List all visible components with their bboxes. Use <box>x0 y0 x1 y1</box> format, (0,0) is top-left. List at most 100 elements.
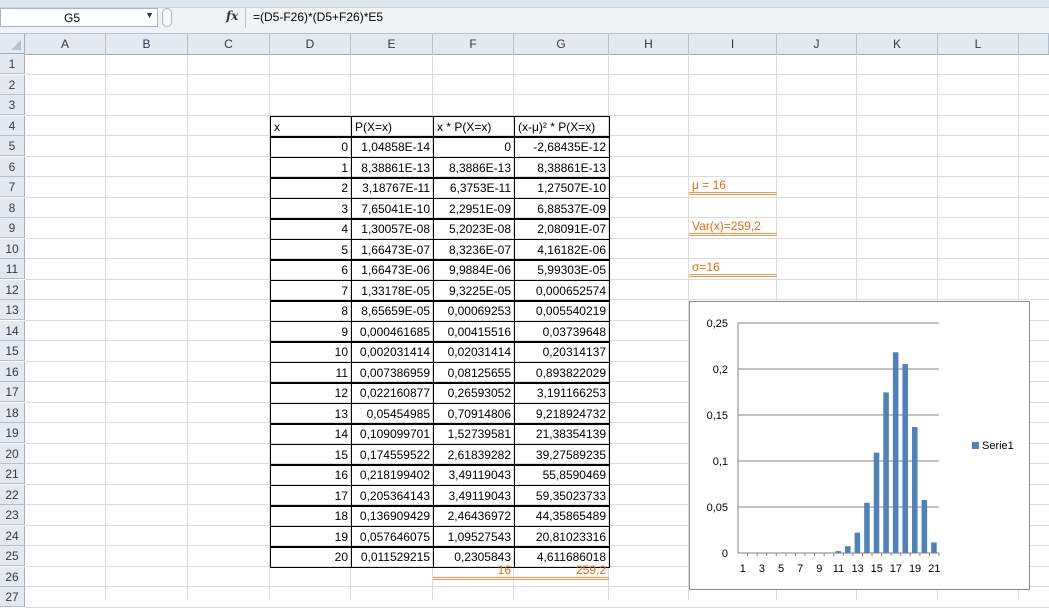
table-cell-G19[interactable]: 21,38354139 <box>514 423 610 445</box>
table-cell-D5[interactable]: 0 <box>270 136 352 158</box>
table-cell-E14[interactable]: 0,000461685 <box>351 321 434 343</box>
table-cell-F14[interactable]: 0,00415516 <box>433 321 515 343</box>
table-cell-F20[interactable]: 2,61839282 <box>433 444 515 466</box>
chevron-down-icon[interactable]: ▼ <box>145 10 154 20</box>
column-header-K[interactable]: K <box>857 34 938 54</box>
select-all-button[interactable] <box>0 34 25 54</box>
splitter-handle[interactable] <box>162 8 172 27</box>
table-cell-D23[interactable]: 18 <box>270 505 352 527</box>
table-cell-D15[interactable]: 10 <box>270 341 352 363</box>
table-cell-G16[interactable]: 0,893822029 <box>514 362 610 384</box>
row-header-26[interactable]: 26 <box>0 567 25 587</box>
table-cell-G17[interactable]: 3,191166253 <box>514 382 610 404</box>
table-cell-F10[interactable]: 8,3236E-07 <box>433 239 515 261</box>
table-cell-G5[interactable]: -2,68435E-12 <box>514 136 610 158</box>
table-cell-F11[interactable]: 9,9884E-06 <box>433 259 515 281</box>
row-header-1[interactable]: 1 <box>0 54 25 74</box>
table-cell-D10[interactable]: 5 <box>270 239 352 261</box>
table-cell-F22[interactable]: 3,49119043 <box>433 485 515 507</box>
column-header-J[interactable]: J <box>777 34 857 54</box>
table-cell-G14[interactable]: 0,03739648 <box>514 321 610 343</box>
row-header-23[interactable]: 23 <box>0 505 25 525</box>
row-header-22[interactable]: 22 <box>0 485 25 505</box>
table-cell-D21[interactable]: 16 <box>270 464 352 486</box>
table-cell-F8[interactable]: 2,2951E-09 <box>433 198 515 220</box>
row-header-12[interactable]: 12 <box>0 280 25 300</box>
table-cell-D13[interactable]: 8 <box>270 300 352 322</box>
table-header-G[interactable]: (x-μ)² * P(X=x) <box>514 116 610 138</box>
row-header-18[interactable]: 18 <box>0 403 25 423</box>
table-cell-E20[interactable]: 0,174559522 <box>351 444 434 466</box>
table-cell-F16[interactable]: 0,08125655 <box>433 362 515 384</box>
table-cell-F19[interactable]: 1,52739581 <box>433 423 515 445</box>
row-header-27[interactable]: 27 <box>0 587 25 607</box>
table-cell-F18[interactable]: 0,70914806 <box>433 403 515 425</box>
row-header-16[interactable]: 16 <box>0 362 25 382</box>
table-cell-F23[interactable]: 2,46436972 <box>433 505 515 527</box>
row-header-10[interactable]: 10 <box>0 239 25 259</box>
table-cell-G11[interactable]: 5,99303E-05 <box>514 259 610 281</box>
table-cell-E24[interactable]: 0,057646075 <box>351 526 434 548</box>
table-cell-E17[interactable]: 0,022160877 <box>351 382 434 404</box>
table-cell-E22[interactable]: 0,205364143 <box>351 485 434 507</box>
table-cell-E13[interactable]: 8,65659E-05 <box>351 300 434 322</box>
table-cell-G20[interactable]: 39,27589235 <box>514 444 610 466</box>
row-header-6[interactable]: 6 <box>0 157 25 177</box>
table-cell-E21[interactable]: 0,218199402 <box>351 464 434 486</box>
formula-input[interactable]: =(D5-F26)*(D5+F26)*E5 <box>253 10 383 24</box>
row-header-4[interactable]: 4 <box>0 116 25 136</box>
column-header-A[interactable]: A <box>25 34 106 54</box>
table-cell-D22[interactable]: 17 <box>270 485 352 507</box>
row-header-2[interactable]: 2 <box>0 75 25 95</box>
row-header-13[interactable]: 13 <box>0 300 25 320</box>
table-cell-G7[interactable]: 1,27507E-10 <box>514 177 610 199</box>
name-box[interactable]: G5 ▼ <box>0 8 158 27</box>
table-header-E[interactable]: P(X=x) <box>351 116 434 138</box>
table-cell-G24[interactable]: 20,81023316 <box>514 526 610 548</box>
table-cell-D14[interactable]: 9 <box>270 321 352 343</box>
table-header-F[interactable]: x * P(X=x) <box>433 116 515 138</box>
column-header-E[interactable]: E <box>351 34 433 54</box>
table-cell-E9[interactable]: 1,30057E-08 <box>351 218 434 240</box>
column-header-I[interactable]: I <box>689 34 777 54</box>
table-cell-G8[interactable]: 6,88537E-09 <box>514 198 610 220</box>
table-cell-F21[interactable]: 3,49119043 <box>433 464 515 486</box>
table-cell-D11[interactable]: 6 <box>270 259 352 281</box>
row-header-17[interactable]: 17 <box>0 382 25 402</box>
row-header-11[interactable]: 11 <box>0 259 25 279</box>
table-cell-G23[interactable]: 44,35865489 <box>514 505 610 527</box>
table-cell-E6[interactable]: 8,38861E-13 <box>351 157 434 179</box>
table-cell-G15[interactable]: 0,20314137 <box>514 341 610 363</box>
table-cell-D18[interactable]: 13 <box>270 403 352 425</box>
table-cell-E16[interactable]: 0,007386959 <box>351 362 434 384</box>
table-cell-E12[interactable]: 1,33178E-05 <box>351 280 434 302</box>
row-header-5[interactable]: 5 <box>0 136 25 156</box>
table-cell-G21[interactable]: 55,8590469 <box>514 464 610 486</box>
table-cell-E5[interactable]: 1,04858E-14 <box>351 136 434 158</box>
row-header-9[interactable]: 9 <box>0 218 25 238</box>
table-cell-G22[interactable]: 59,35023733 <box>514 485 610 507</box>
insert-function-icon[interactable]: fx <box>226 9 238 23</box>
table-cell-D9[interactable]: 4 <box>270 218 352 240</box>
table-cell-F15[interactable]: 0,02031414 <box>433 341 515 363</box>
row-header-19[interactable]: 19 <box>0 423 25 443</box>
table-cell-G12[interactable]: 0,000652574 <box>514 280 610 302</box>
table-cell-E23[interactable]: 0,136909429 <box>351 505 434 527</box>
table-cell-F7[interactable]: 6,3753E-11 <box>433 177 515 199</box>
column-header-overflow[interactable] <box>1019 34 1049 54</box>
table-cell-F24[interactable]: 1,09527543 <box>433 526 515 548</box>
table-cell-D8[interactable]: 3 <box>270 198 352 220</box>
row-header-15[interactable]: 15 <box>0 341 25 361</box>
variance-cell[interactable]: Var(x)=259,2 <box>689 216 777 236</box>
table-cell-D24[interactable]: 19 <box>270 526 352 548</box>
row-header-7[interactable]: 7 <box>0 177 25 197</box>
table-cell-E7[interactable]: 3,18767E-11 <box>351 177 434 199</box>
table-cell-F5[interactable]: 0 <box>433 136 515 158</box>
table-cell-G18[interactable]: 9,218924732 <box>514 403 610 425</box>
table-cell-D19[interactable]: 14 <box>270 423 352 445</box>
table-cell-E15[interactable]: 0,002031414 <box>351 341 434 363</box>
table-header-D[interactable]: x <box>270 116 352 138</box>
table-cell-D6[interactable]: 1 <box>270 157 352 179</box>
table-cell-G13[interactable]: 0,005540219 <box>514 300 610 322</box>
row-header-14[interactable]: 14 <box>0 321 25 341</box>
